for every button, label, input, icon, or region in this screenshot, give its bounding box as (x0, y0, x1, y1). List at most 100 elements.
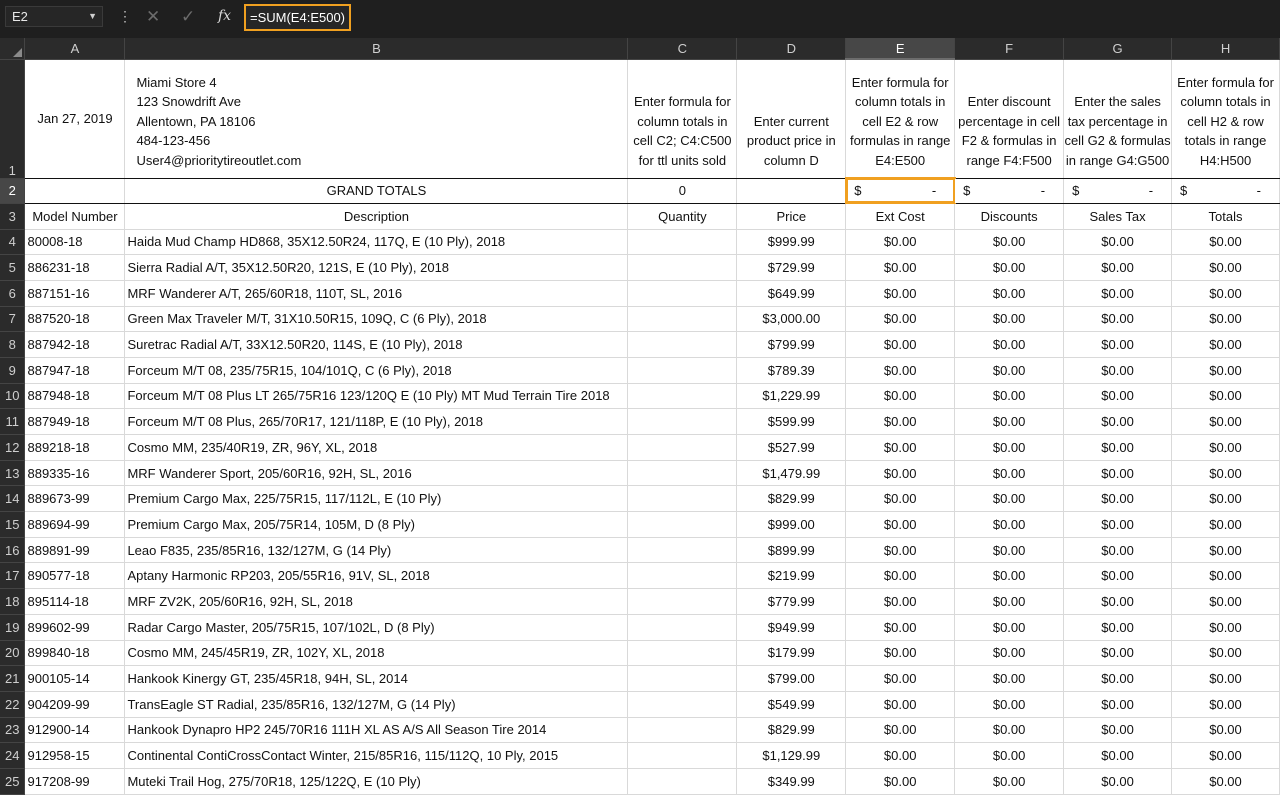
total-cell[interactable]: $0.00 (1171, 383, 1280, 410)
quantity-cell[interactable] (627, 357, 738, 384)
discount-cell[interactable]: $0.00 (954, 254, 1065, 281)
description-cell[interactable]: Green Max Traveler M/T, 31X10.50R15, 109… (124, 306, 629, 333)
table-header-cell[interactable]: Sales Tax (1063, 203, 1173, 230)
total-cell[interactable]: $0.00 (1171, 280, 1280, 307)
model-number-cell[interactable]: 912958-15 (24, 742, 126, 769)
instruction-cell-h[interactable]: Enter formula for column totals in cell … (1171, 59, 1280, 179)
table-header-cell[interactable]: Quantity (627, 203, 738, 230)
price-cell[interactable]: $829.99 (736, 485, 847, 513)
model-number-cell[interactable]: 889218-18 (24, 434, 126, 461)
total-cell[interactable]: $0.00 (1171, 331, 1280, 358)
quantity-cell[interactable] (627, 306, 738, 333)
total-cell[interactable]: $0.00 (1171, 742, 1280, 769)
discount-cell[interactable]: $0.00 (954, 537, 1065, 564)
row-header[interactable]: 2 (0, 178, 26, 204)
quantity-cell[interactable] (627, 717, 738, 744)
discount-cell[interactable]: $0.00 (954, 485, 1065, 513)
row-header[interactable]: 25 (0, 768, 26, 795)
row-header[interactable]: 22 (0, 691, 26, 718)
row-header[interactable]: 12 (0, 434, 26, 461)
instruction-cell-e[interactable]: Enter formula for column totals in cell … (845, 59, 956, 179)
total-cell[interactable]: $0.00 (1171, 511, 1280, 538)
store-address-cell[interactable]: Miami Store 4 123 Snowdrift Ave Allentow… (124, 59, 629, 179)
column-header-h[interactable]: H (1171, 38, 1280, 60)
discount-cell[interactable]: $0.00 (954, 408, 1065, 435)
description-cell[interactable]: Leao F835, 235/85R16, 132/127M, G (14 Pl… (124, 537, 629, 564)
instruction-cell-c[interactable]: Enter formula for column totals in cell … (627, 59, 738, 179)
selected-cell-e2[interactable]: $ - (844, 177, 956, 204)
formula-input[interactable]: =SUM(E4:E500) (244, 4, 352, 31)
description-cell[interactable]: Muteki Trail Hog, 275/70R18, 125/122Q, E… (124, 768, 629, 795)
price-cell[interactable]: $599.99 (736, 408, 847, 435)
table-header-cell[interactable]: Totals (1171, 203, 1280, 230)
ext-cost-cell[interactable]: $0.00 (845, 434, 956, 461)
model-number-cell[interactable]: 890577-18 (24, 562, 126, 590)
discount-cell[interactable]: $0.00 (954, 768, 1065, 795)
model-number-cell[interactable]: 889891-99 (24, 537, 126, 564)
discount-cell[interactable]: $0.00 (954, 306, 1065, 333)
ext-cost-cell[interactable]: $0.00 (845, 614, 956, 641)
ext-cost-cell[interactable]: $0.00 (845, 768, 956, 795)
price-cell[interactable]: $527.99 (736, 434, 847, 461)
total-cell[interactable]: $0.00 (1171, 768, 1280, 795)
cell[interactable] (24, 178, 126, 204)
row-header[interactable]: 17 (0, 562, 26, 590)
description-cell[interactable]: Forceum M/T 08 Plus, 265/70R17, 121/118P… (124, 408, 629, 435)
instruction-cell-d[interactable]: Enter current product price in column D (736, 59, 847, 179)
more-options-icon[interactable]: ⋮ (118, 9, 132, 23)
discount-cell[interactable]: $0.00 (954, 665, 1065, 692)
description-cell[interactable]: Aptany Harmonic RP203, 205/55R16, 91V, S… (124, 562, 629, 590)
discount-cell[interactable]: $0.00 (954, 434, 1065, 461)
ext-cost-cell[interactable]: $0.00 (845, 665, 956, 692)
ext-cost-cell[interactable]: $0.00 (845, 511, 956, 538)
quantity-cell[interactable] (627, 588, 738, 615)
quantity-cell[interactable] (627, 665, 738, 692)
column-header-g[interactable]: G (1063, 38, 1173, 60)
sales-tax-cell[interactable]: $0.00 (1063, 511, 1173, 538)
total-cell[interactable]: $0.00 (1171, 665, 1280, 692)
total-quantity-cell[interactable]: 0 (627, 178, 738, 204)
ext-cost-cell[interactable]: $0.00 (845, 357, 956, 384)
model-number-cell[interactable]: 887520-18 (24, 306, 126, 333)
description-cell[interactable]: Premium Cargo Max, 225/75R15, 117/112L, … (124, 485, 629, 513)
price-cell[interactable]: $729.99 (736, 254, 847, 281)
quantity-cell[interactable] (627, 537, 738, 564)
column-header-a[interactable]: A (24, 38, 126, 60)
quantity-cell[interactable] (627, 383, 738, 410)
model-number-cell[interactable]: 80008-18 (24, 229, 126, 256)
row-header[interactable]: 11 (0, 408, 26, 435)
sales-tax-cell[interactable]: $0.00 (1063, 485, 1173, 513)
total-cell[interactable]: $0.00 (1171, 229, 1280, 256)
description-cell[interactable]: MRF ZV2K, 205/60R16, 92H, SL, 2018 (124, 588, 629, 615)
chevron-down-icon[interactable]: ▼ (88, 7, 97, 26)
description-cell[interactable]: Sierra Radial A/T, 35X12.50R20, 121S, E … (124, 254, 629, 281)
ext-cost-cell[interactable]: $0.00 (845, 691, 956, 718)
sales-tax-cell[interactable]: $0.00 (1063, 691, 1173, 718)
description-cell[interactable]: Cosmo MM, 245/45R19, ZR, 102Y, XL, 2018 (124, 640, 629, 667)
discount-cell[interactable]: $0.00 (954, 562, 1065, 590)
sales-tax-cell[interactable]: $0.00 (1063, 614, 1173, 641)
total-cell[interactable]: $0.00 (1171, 691, 1280, 718)
total-discount-cell[interactable]: $ - (954, 178, 1065, 204)
model-number-cell[interactable]: 886231-18 (24, 254, 126, 281)
sales-tax-cell[interactable]: $0.00 (1063, 434, 1173, 461)
total-cell[interactable]: $0.00 (1171, 588, 1280, 615)
column-header-f[interactable]: F (954, 38, 1065, 60)
row-header[interactable]: 1 (0, 59, 26, 179)
ext-cost-cell[interactable]: $0.00 (845, 229, 956, 256)
price-cell[interactable]: $899.99 (736, 537, 847, 564)
table-header-cell[interactable]: Description (124, 203, 629, 230)
ext-cost-cell[interactable]: $0.00 (845, 460, 956, 487)
ext-cost-cell[interactable]: $0.00 (845, 306, 956, 333)
name-box[interactable]: E2 ▼ (5, 6, 103, 27)
row-header[interactable]: 21 (0, 665, 26, 692)
quantity-cell[interactable] (627, 254, 738, 281)
price-cell[interactable]: $799.99 (736, 331, 847, 358)
description-cell[interactable]: Hankook Dynapro HP2 245/70R16 111H XL AS… (124, 717, 629, 744)
model-number-cell[interactable]: 899840-18 (24, 640, 126, 667)
quantity-cell[interactable] (627, 511, 738, 538)
total-cell[interactable]: $0.00 (1171, 254, 1280, 281)
total-tax-cell[interactable]: $ - (1063, 178, 1173, 204)
model-number-cell[interactable]: 900105-14 (24, 665, 126, 692)
ext-cost-cell[interactable]: $0.00 (845, 331, 956, 358)
